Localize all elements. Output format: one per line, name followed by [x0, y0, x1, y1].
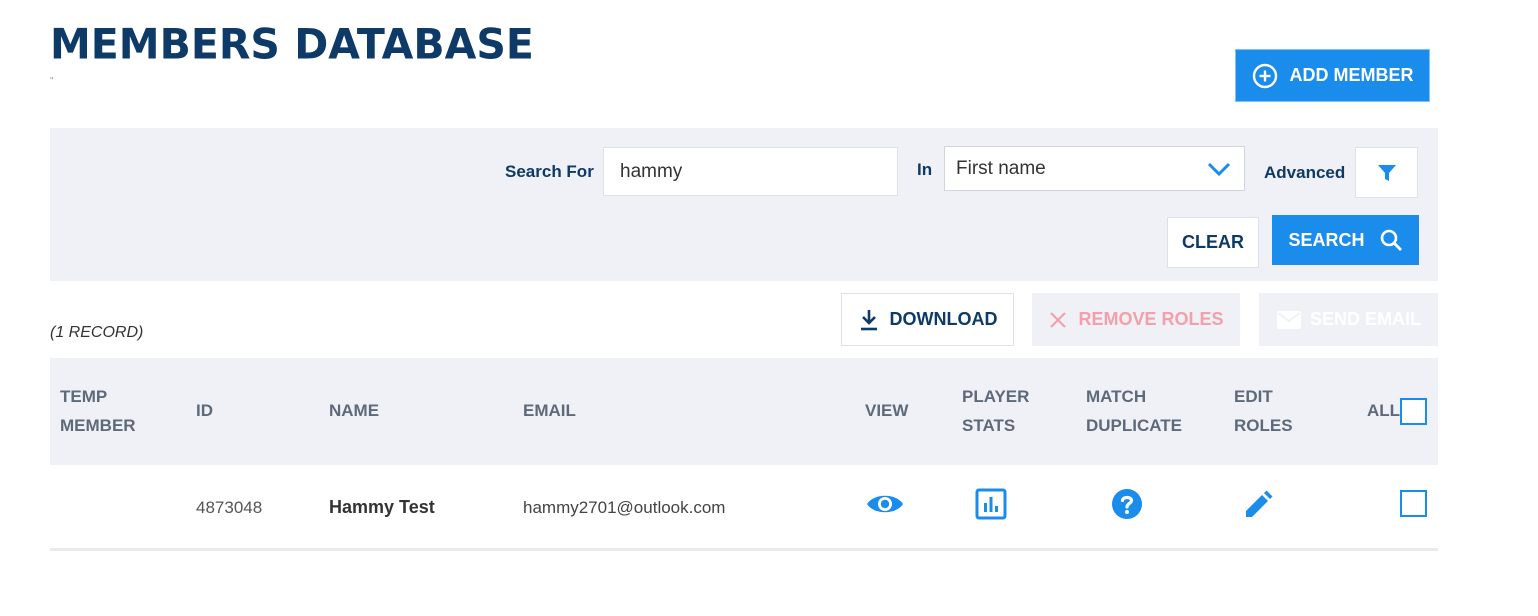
search-for-label: Search For	[505, 162, 594, 181]
table-header: TEMP MEMBER ID NAME EMAIL VIEW PLAYER ST…	[50, 358, 1438, 465]
pencil-icon	[1246, 490, 1273, 517]
eye-icon	[867, 495, 903, 513]
edit-roles-button[interactable]	[1242, 489, 1274, 521]
header-name[interactable]: NAME	[329, 396, 379, 425]
bar-chart-icon	[975, 488, 1006, 519]
search-button-label: SEARCH	[1288, 229, 1365, 250]
advanced-label: Advanced	[1264, 163, 1346, 182]
page-title: MEMBERS DATABASE	[50, 19, 534, 69]
search-field-select[interactable]: First name	[944, 146, 1245, 191]
match-duplicate-button[interactable]	[1110, 487, 1144, 521]
header-edit-roles: EDIT ROLES	[1234, 387, 1293, 435]
table-row: 4873048 Hammy Test hammy2701@outlook.com	[50, 465, 1438, 551]
header-view: VIEW	[865, 401, 909, 420]
cell-name: Hammy Test	[329, 497, 435, 517]
envelope-icon	[1276, 310, 1301, 329]
add-member-button[interactable]: ADD MEMBER	[1235, 49, 1430, 102]
header-temp-member[interactable]: TEMP MEMBER	[60, 382, 136, 440]
header-id[interactable]: ID	[196, 396, 213, 425]
player-stats-button[interactable]	[974, 487, 1007, 520]
add-member-label: ADD MEMBER	[1289, 65, 1414, 85]
download-label: DOWNLOAD	[889, 309, 998, 329]
in-label: In	[917, 160, 933, 179]
plus-circle-icon	[1252, 63, 1277, 88]
cell-email: hammy2701@outlook.com	[523, 498, 726, 517]
question-icon	[1112, 489, 1142, 519]
send-email-label: SEND EMAIL	[1309, 309, 1421, 329]
header-all: ALL	[1367, 401, 1401, 420]
search-field-value: First name	[956, 157, 1046, 179]
remove-roles-label: REMOVE ROLES	[1078, 309, 1224, 329]
row-select-checkbox[interactable]	[1400, 490, 1427, 517]
download-icon	[860, 309, 877, 330]
view-button[interactable]	[865, 489, 905, 519]
select-all-checkbox[interactable]	[1400, 398, 1427, 425]
header-player-stats: PLAYER STATS	[962, 387, 1030, 435]
close-icon	[1050, 311, 1067, 328]
advanced-filter-button[interactable]	[1355, 147, 1418, 198]
clear-button[interactable]: CLEAR	[1167, 217, 1259, 268]
download-button[interactable]: DOWNLOAD	[841, 293, 1014, 346]
send-email-button[interactable]: SEND EMAIL	[1259, 293, 1438, 346]
header-email[interactable]: EMAIL	[523, 396, 576, 425]
search-panel: Search For In First name Advanced CLEAR …	[50, 128, 1438, 281]
filter-icon	[1377, 164, 1396, 181]
remove-roles-button[interactable]: REMOVE ROLES	[1032, 293, 1240, 346]
search-icon	[1380, 229, 1402, 251]
subtitle-mark: "	[50, 76, 54, 87]
cell-id: 4873048	[196, 498, 263, 517]
header-match-duplicate: MATCH DUPLICATE	[1086, 387, 1183, 435]
search-button[interactable]: SEARCH	[1272, 215, 1419, 265]
search-input[interactable]	[603, 147, 898, 196]
chevron-down-icon	[1207, 162, 1231, 176]
record-count: (1 RECORD)	[50, 324, 144, 341]
